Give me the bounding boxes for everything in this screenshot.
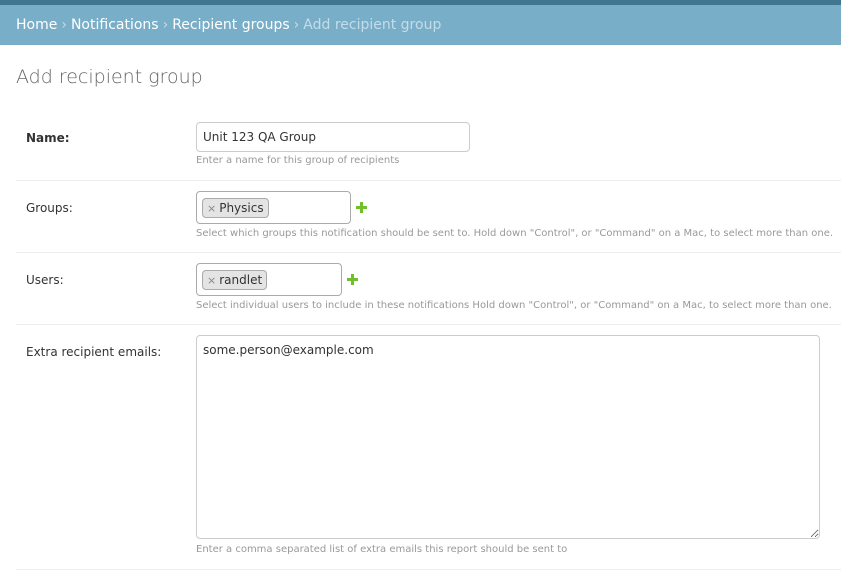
breadcrumb-separator: ›: [293, 17, 300, 33]
page-title: Add recipient group: [16, 66, 203, 88]
breadcrumb-current: Add recipient group: [303, 17, 442, 33]
users-label: Users:: [26, 273, 64, 287]
plus-icon[interactable]: [346, 273, 360, 287]
form-row-users: Users: × randlet Select individual users…: [16, 253, 841, 325]
groups-label: Groups:: [26, 201, 73, 215]
form-row-name: Name: Enter a name for this group of rec…: [16, 110, 841, 181]
breadcrumb-notifications-link[interactable]: Notifications: [71, 17, 159, 33]
plus-icon[interactable]: [355, 201, 369, 215]
users-multiselect[interactable]: × randlet: [196, 263, 342, 296]
name-label: Name:: [26, 131, 70, 145]
users-help-text: Select individual users to include in th…: [196, 300, 832, 311]
breadcrumb-recipient-groups-link[interactable]: Recipient groups: [172, 17, 289, 33]
form-row-groups: Groups: × Physics Select which groups th…: [16, 181, 841, 253]
extra-emails-label: Extra recipient emails:: [26, 345, 162, 359]
extra-emails-textarea[interactable]: some.person@example.com: [196, 335, 820, 539]
breadcrumb-home-link[interactable]: Home: [16, 17, 57, 33]
groups-help-text: Select which groups this notification sh…: [196, 228, 834, 239]
close-icon[interactable]: ×: [207, 274, 216, 287]
close-icon[interactable]: ×: [207, 202, 216, 215]
name-input[interactable]: [196, 122, 470, 152]
breadcrumb: Home › Notifications › Recipient groups …: [0, 5, 841, 45]
extra-emails-help-text: Enter a comma separated list of extra em…: [196, 544, 568, 555]
name-help-text: Enter a name for this group of recipient…: [196, 155, 400, 166]
users-chip-randlet: × randlet: [202, 270, 268, 290]
groups-multiselect[interactable]: × Physics: [196, 191, 351, 224]
chip-label: Physics: [219, 201, 264, 215]
breadcrumb-separator: ›: [61, 17, 67, 33]
breadcrumb-separator: ›: [162, 17, 169, 33]
chip-label: randlet: [219, 273, 263, 287]
groups-chip-physics: × Physics: [202, 198, 269, 218]
form-row-extra-emails: Extra recipient emails: some.person@exam…: [16, 325, 841, 570]
